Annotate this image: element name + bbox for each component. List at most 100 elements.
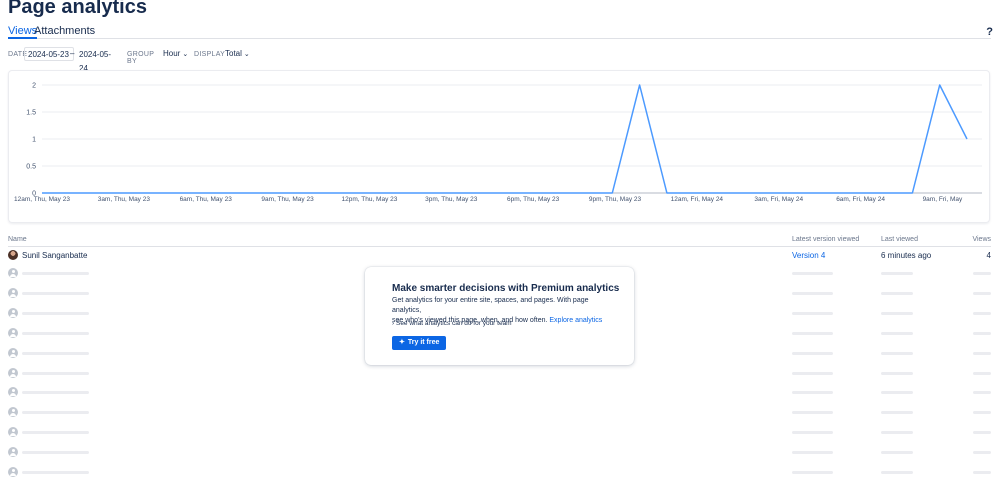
page-title: Page analytics	[8, 0, 147, 18]
y-tick-label: 1.5	[26, 110, 36, 117]
promo-body-line1: Get analytics for your entire site, spac…	[392, 297, 589, 314]
views-skeleton	[973, 451, 991, 455]
views-skeleton	[973, 351, 991, 355]
placeholder-row	[8, 367, 991, 384]
y-tick-label: 1	[32, 137, 36, 144]
last-viewed-skeleton	[881, 451, 913, 455]
name-skeleton	[22, 291, 89, 295]
x-tick-label: 3pm, Thu, May 23	[425, 196, 478, 203]
group-by-value: Hour	[163, 49, 181, 58]
last-viewed-skeleton	[881, 291, 913, 295]
name-skeleton	[22, 451, 89, 455]
tab-bar: Views Attachments	[8, 25, 991, 39]
last-viewed-skeleton	[881, 351, 913, 355]
views-skeleton	[973, 272, 991, 275]
avatar-placeholder-icon	[8, 467, 18, 477]
views-skeleton	[973, 331, 991, 335]
placeholder-row	[8, 447, 991, 463]
avatar-placeholder-icon	[8, 327, 18, 338]
group-by-label: GROUP BY	[127, 51, 155, 65]
chart-svg: 00.511.5212am, Thu, May 23 3am, Thu, May …	[14, 83, 982, 203]
display-label: DISPLAY	[194, 51, 226, 58]
last-viewed-skeleton	[881, 411, 913, 415]
placeholder-row	[8, 467, 991, 483]
x-tick-label: 6am, Fri, May 24	[836, 196, 885, 203]
views-skeleton	[973, 411, 991, 415]
promo-title: Make smarter decisions with Premium anal…	[392, 283, 620, 294]
x-tick-label: 3am, Fri, May 24	[754, 196, 803, 203]
column-views: Views	[972, 236, 991, 243]
version-skeleton	[792, 411, 833, 415]
tab-views[interactable]: Views	[8, 25, 38, 39]
last-viewed-skeleton	[881, 471, 913, 474]
chevron-down-icon: ⌄	[182, 51, 189, 58]
date-separator: –	[70, 49, 75, 58]
x-tick-label: 9am, Fri, May	[923, 196, 963, 203]
name-skeleton	[22, 272, 89, 275]
last-viewed-skeleton	[881, 311, 913, 315]
version-skeleton	[792, 311, 833, 315]
x-tick-label: 9am, Thu, May 23	[261, 196, 314, 203]
column-last-viewed: Last viewed	[881, 236, 918, 243]
promo-expand-toggle[interactable]: › See what analytics can do for your tea…	[392, 320, 512, 327]
version-link[interactable]: Version 4	[792, 251, 825, 260]
date-from-input[interactable]: 2024-05-23	[24, 47, 74, 61]
version-skeleton	[792, 431, 833, 435]
version-skeleton	[792, 371, 833, 375]
avatar-placeholder-icon	[8, 367, 18, 378]
sparkle-icon: ✦	[399, 339, 405, 346]
name-skeleton	[22, 391, 89, 395]
y-tick-label: 2	[32, 83, 36, 90]
x-tick-label: 6pm, Thu, May 23	[507, 196, 560, 203]
explore-analytics-link[interactable]: Explore analytics	[549, 317, 602, 324]
views-skeleton	[973, 291, 991, 295]
table-header: Name Latest version viewed Last viewed V…	[8, 235, 991, 247]
avatar	[8, 250, 18, 260]
display-select[interactable]: Total ⌄	[225, 49, 250, 58]
avatar-placeholder-icon	[8, 287, 18, 298]
views-chart: 0 0.5 1 1.5 2 12am, Thu, May 23 3am, Thu, May …	[8, 70, 990, 223]
name-skeleton	[22, 331, 89, 335]
x-tick-label: 12am, Fri, May 24	[671, 196, 724, 203]
x-tick-label: 3am, Thu, May 23	[98, 196, 151, 203]
last-viewed-skeleton	[881, 391, 913, 395]
version-skeleton	[792, 391, 833, 395]
table-row: Sunil Sanganbatte Version 4 6 minutes ag…	[8, 250, 991, 266]
column-version: Latest version viewed	[792, 236, 860, 243]
column-name: Name	[8, 236, 27, 243]
last-viewed-skeleton	[881, 331, 913, 335]
group-by-select[interactable]: Hour ⌄	[163, 49, 188, 58]
views-skeleton	[973, 371, 991, 375]
version-skeleton	[792, 331, 833, 335]
avatar-placeholder-icon	[8, 307, 18, 318]
name-skeleton	[22, 431, 89, 435]
avatar-placeholder-icon	[8, 347, 18, 358]
try-it-free-button[interactable]: ✦ Try it free	[392, 336, 447, 350]
tab-attachments[interactable]: Attachments	[34, 25, 95, 37]
avatar-placeholder-icon	[8, 407, 18, 418]
version-skeleton	[792, 291, 833, 295]
name-skeleton	[22, 371, 89, 375]
x-tick-label: 12pm, Thu, May 23	[341, 196, 397, 203]
name-skeleton	[22, 471, 89, 474]
avatar-placeholder-icon	[8, 427, 18, 438]
chevron-down-icon: ⌄	[243, 51, 250, 58]
version-skeleton	[792, 272, 833, 275]
version-skeleton	[792, 351, 833, 355]
placeholder-row	[8, 387, 991, 403]
premium-promo-card: Make smarter decisions with Premium anal…	[365, 267, 634, 365]
date-to-input[interactable]: 2024-05-24	[75, 47, 121, 73]
x-tick-label: 9pm, Thu, May 23	[589, 196, 642, 203]
avatar-placeholder-icon	[8, 447, 18, 458]
placeholder-row	[8, 427, 991, 443]
last-viewed: 6 minutes ago	[881, 251, 932, 260]
name-skeleton	[22, 411, 89, 415]
views-skeleton	[973, 471, 991, 474]
try-it-free-label: Try it free	[407, 339, 440, 346]
version-skeleton	[792, 451, 833, 455]
version-skeleton	[792, 471, 833, 474]
name-skeleton	[22, 311, 89, 315]
last-viewed-skeleton	[881, 272, 913, 275]
views-skeleton	[973, 391, 991, 395]
help-icon[interactable]: ?	[986, 26, 993, 38]
